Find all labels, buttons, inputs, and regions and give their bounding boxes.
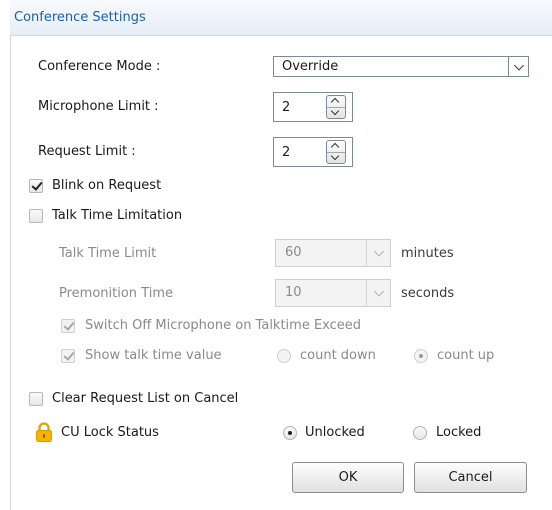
- chevron-down-icon: [513, 60, 524, 71]
- talk-time-limit-dropdown-button[interactable]: [366, 240, 390, 266]
- conference-mode-label: Conference Mode :: [38, 59, 161, 74]
- microphone-limit-decrement-button[interactable]: [327, 106, 345, 118]
- talk-time-limit-unit: minutes: [401, 246, 454, 261]
- left-frame-border: [10, 35, 11, 510]
- show-talk-time-label: Show talk time value: [85, 348, 222, 363]
- chevron-down-icon: [373, 286, 384, 297]
- premonition-time-select[interactable]: 10: [275, 279, 391, 307]
- chevron-up-icon: [330, 142, 340, 152]
- conference-mode-select[interactable]: Override: [273, 56, 529, 77]
- premonition-time-value: 10: [285, 285, 302, 300]
- count-up-label: count up: [437, 348, 495, 363]
- request-limit-decrement-button[interactable]: [327, 151, 345, 163]
- switch-off-microphone-checkbox[interactable]: [61, 319, 75, 333]
- request-limit-stepper[interactable]: 2: [273, 137, 353, 167]
- talk-time-limitation-checkbox[interactable]: [29, 209, 43, 223]
- switch-off-microphone-label: Switch Off Microphone on Talktime Exceed: [85, 318, 362, 333]
- count-down-radio[interactable]: [277, 349, 291, 363]
- cancel-button[interactable]: Cancel: [414, 462, 527, 493]
- premonition-time-unit: seconds: [401, 286, 455, 301]
- section-title: Conference Settings: [14, 10, 146, 25]
- microphone-limit-value: 2: [282, 100, 291, 115]
- talk-time-limit-value: 60: [285, 245, 302, 260]
- premonition-time-label: Premonition Time: [59, 286, 173, 301]
- microphone-limit-label: Microphone Limit :: [38, 99, 159, 114]
- clear-request-list-checkbox[interactable]: [29, 392, 43, 406]
- count-down-label: count down: [300, 348, 376, 363]
- microphone-limit-spin-buttons: [326, 95, 346, 119]
- request-limit-spin-buttons: [326, 140, 346, 164]
- chevron-down-icon: [330, 151, 340, 161]
- conference-mode-dropdown-button[interactable]: [508, 57, 528, 76]
- show-talk-time-checkbox[interactable]: [61, 349, 75, 363]
- ok-button[interactable]: OK: [292, 462, 404, 493]
- talk-time-limit-select[interactable]: 60: [275, 239, 391, 267]
- unlocked-radio[interactable]: [283, 426, 297, 440]
- count-up-radio[interactable]: [414, 349, 428, 363]
- blink-on-request-label: Blink on Request: [52, 178, 162, 193]
- blink-on-request-checkbox[interactable]: [29, 179, 43, 193]
- clear-request-list-label: Clear Request List on Cancel: [52, 391, 239, 406]
- chevron-down-icon: [330, 106, 340, 116]
- chevron-up-icon: [330, 97, 340, 107]
- request-limit-label: Request Limit :: [38, 144, 136, 159]
- request-limit-value: 2: [282, 145, 291, 160]
- conference-mode-value: Override: [282, 59, 339, 74]
- lock-icon: [36, 422, 52, 442]
- talk-time-limit-label: Talk Time Limit: [59, 246, 157, 261]
- chevron-down-icon: [373, 246, 384, 257]
- locked-label: Locked: [436, 425, 482, 440]
- locked-radio[interactable]: [413, 426, 427, 440]
- cu-lock-status-label: CU Lock Status: [61, 425, 159, 440]
- premonition-time-dropdown-button[interactable]: [366, 280, 390, 306]
- microphone-limit-stepper[interactable]: 2: [273, 92, 353, 122]
- talk-time-limitation-label: Talk Time Limitation: [52, 208, 183, 223]
- unlocked-label: Unlocked: [305, 425, 365, 440]
